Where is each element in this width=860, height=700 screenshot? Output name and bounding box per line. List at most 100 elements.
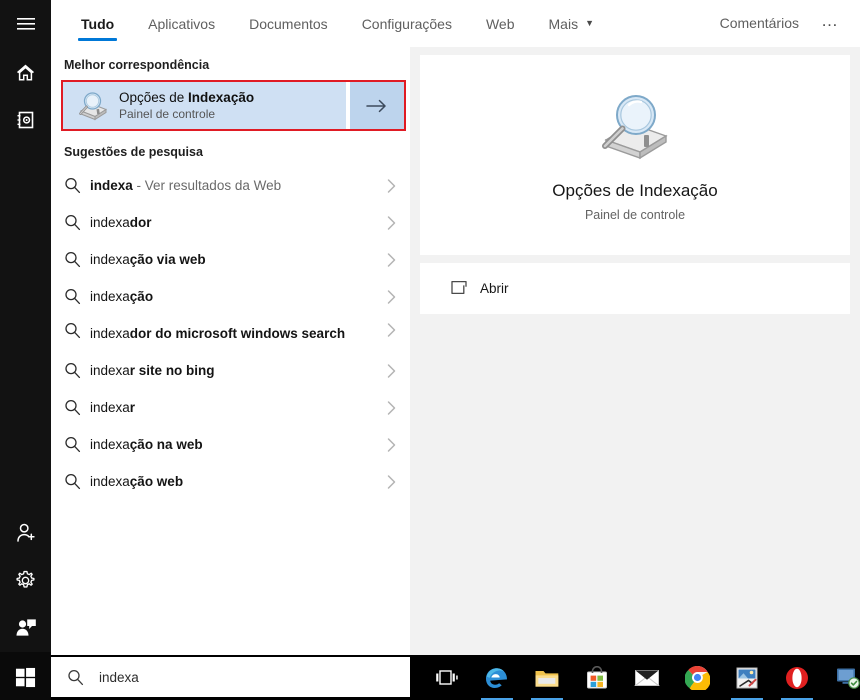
suggestion-row[interactable]: indexador do microsoft windows search [51,315,410,352]
suggestion-row[interactable]: indexação via web [51,241,410,278]
hamburger-menu-icon[interactable] [0,0,51,48]
preview-actions: Abrir [420,263,850,314]
suggestion-row[interactable]: indexação [51,278,410,315]
suggestion-query: indexa [90,436,130,452]
tab-tudo[interactable]: Tudo [64,0,131,47]
chevron-right-icon[interactable] [380,474,402,490]
chevron-right-icon[interactable] [380,252,402,268]
tab-label: Web [485,15,515,32]
suggestion-completion: dor [129,214,152,230]
gear-icon[interactable] [0,556,51,604]
preview-title: Opções de Indexação [552,180,718,200]
chevron-right-icon[interactable] [380,363,402,379]
results-pane: Melhor correspondência Opções de Indexaç… [51,47,410,655]
mail-icon[interactable] [622,655,672,700]
notebook-icon[interactable] [0,96,51,144]
file-explorer-icon[interactable] [522,655,572,700]
chevron-right-icon[interactable] [380,289,402,305]
tab-label: Aplicativos [148,15,216,32]
suggestion-completion: ção web [129,473,184,489]
suggestion-completion: ção via web [129,251,206,267]
suggestion-query: indexa [90,473,130,489]
suggestion-row[interactable]: indexador [51,204,410,241]
chevron-down-icon: ▼ [585,18,594,28]
task-view-icon[interactable] [422,655,472,700]
photo-editor-icon[interactable] [722,655,772,700]
google-chrome-icon[interactable] [672,655,722,700]
windows-search-overlay: Tudo Aplicativos Documentos Configuraçõe… [0,0,860,700]
chevron-right-icon[interactable] [380,318,402,338]
best-match-expand-button[interactable] [346,82,404,129]
best-match-subtitle: Painel de controle [119,107,216,121]
best-match-title-prefix: Opções de [119,90,189,105]
taskbar-apps [410,655,860,700]
suggestion-hint: - Ver resultados da Web [132,177,282,193]
overflow-menu-icon[interactable]: … [813,12,848,35]
tab-aplicativos[interactable]: Aplicativos [131,0,232,47]
suggestion-completion: dor do microsoft windows search [129,325,346,341]
tab-configuracoes[interactable]: Configurações [345,0,469,47]
suggestion-label: indexa - Ver resultados da Web [90,177,380,195]
feedback-link[interactable]: Comentários [706,15,813,31]
account-icon[interactable] [0,508,51,556]
suggestion-completion: r site no bing [129,362,215,378]
suggestion-row[interactable]: indexa - Ver resultados da Web [51,167,410,204]
search-input-value: indexa [99,669,139,685]
tab-documentos[interactable]: Documentos [232,0,345,47]
suggestion-query: indexa [90,214,130,230]
suggestion-query: indexa [90,288,130,304]
search-icon [64,399,90,416]
best-match-highlight-box: Opções de Indexação Painel de controle [61,80,406,131]
suggestion-completion: ção [129,288,154,304]
tab-web[interactable]: Web [469,0,532,47]
search-icon [64,473,90,490]
preview-card: Opções de Indexação Painel de controle [420,55,850,255]
preview-subtitle: Painel de controle [584,207,686,222]
suggestion-row[interactable]: indexação web [51,463,410,500]
tab-label: Tudo [81,15,115,32]
suggestion-label: indexação via web [90,251,380,269]
tabbar-right-group: Comentários … [706,0,860,46]
search-icon [64,251,90,268]
suggestion-row[interactable]: indexação na web [51,426,410,463]
chevron-right-icon[interactable] [380,437,402,453]
search-icon [67,669,84,686]
suggestion-query: indexa [90,325,130,341]
feedback-icon[interactable] [0,604,51,652]
opera-icon[interactable] [772,655,822,700]
search-icon [64,214,90,231]
start-button[interactable] [0,655,51,700]
suggestion-query: indexa [90,362,130,378]
open-action-row[interactable]: Abrir [420,274,850,302]
best-match-title-bold: Indexação [188,90,255,105]
preview-pane: Opções de Indexação Painel de controle A… [410,47,860,655]
tab-label: Configurações [361,15,452,32]
best-match-result[interactable]: Opções de Indexação Painel de controle [63,82,346,129]
tab-mais[interactable]: Mais ▼ [532,0,611,47]
indexing-options-icon [73,87,113,125]
suggestion-label: indexador do microsoft windows search [90,325,380,343]
best-match-text: Opções de Indexação Painel de controle [119,89,254,122]
home-icon[interactable] [0,48,51,96]
search-icon [64,436,90,453]
suggestion-label: indexação [90,288,380,306]
chevron-right-icon[interactable] [380,178,402,194]
search-icon [64,288,90,305]
suggestion-label: indexação web [90,473,380,491]
suggestion-row[interactable]: indexar site no bing [51,352,410,389]
remote-desktop-icon[interactable] [822,655,860,700]
open-action-label: Abrir [480,280,509,296]
tab-active-underline [78,38,118,41]
search-input[interactable]: indexa [51,657,410,697]
chevron-right-icon[interactable] [380,400,402,416]
suggestion-query: indexa [90,251,130,267]
suggestion-label: indexação na web [90,436,380,454]
suggestion-label: indexador [90,214,380,232]
search-icon [64,318,90,339]
tab-label: Documentos [249,15,328,32]
chevron-right-icon[interactable] [380,215,402,231]
microsoft-edge-icon[interactable] [472,655,522,700]
microsoft-store-icon[interactable] [572,655,622,700]
suggestion-row[interactable]: indexar [51,389,410,426]
open-external-icon [450,280,476,296]
